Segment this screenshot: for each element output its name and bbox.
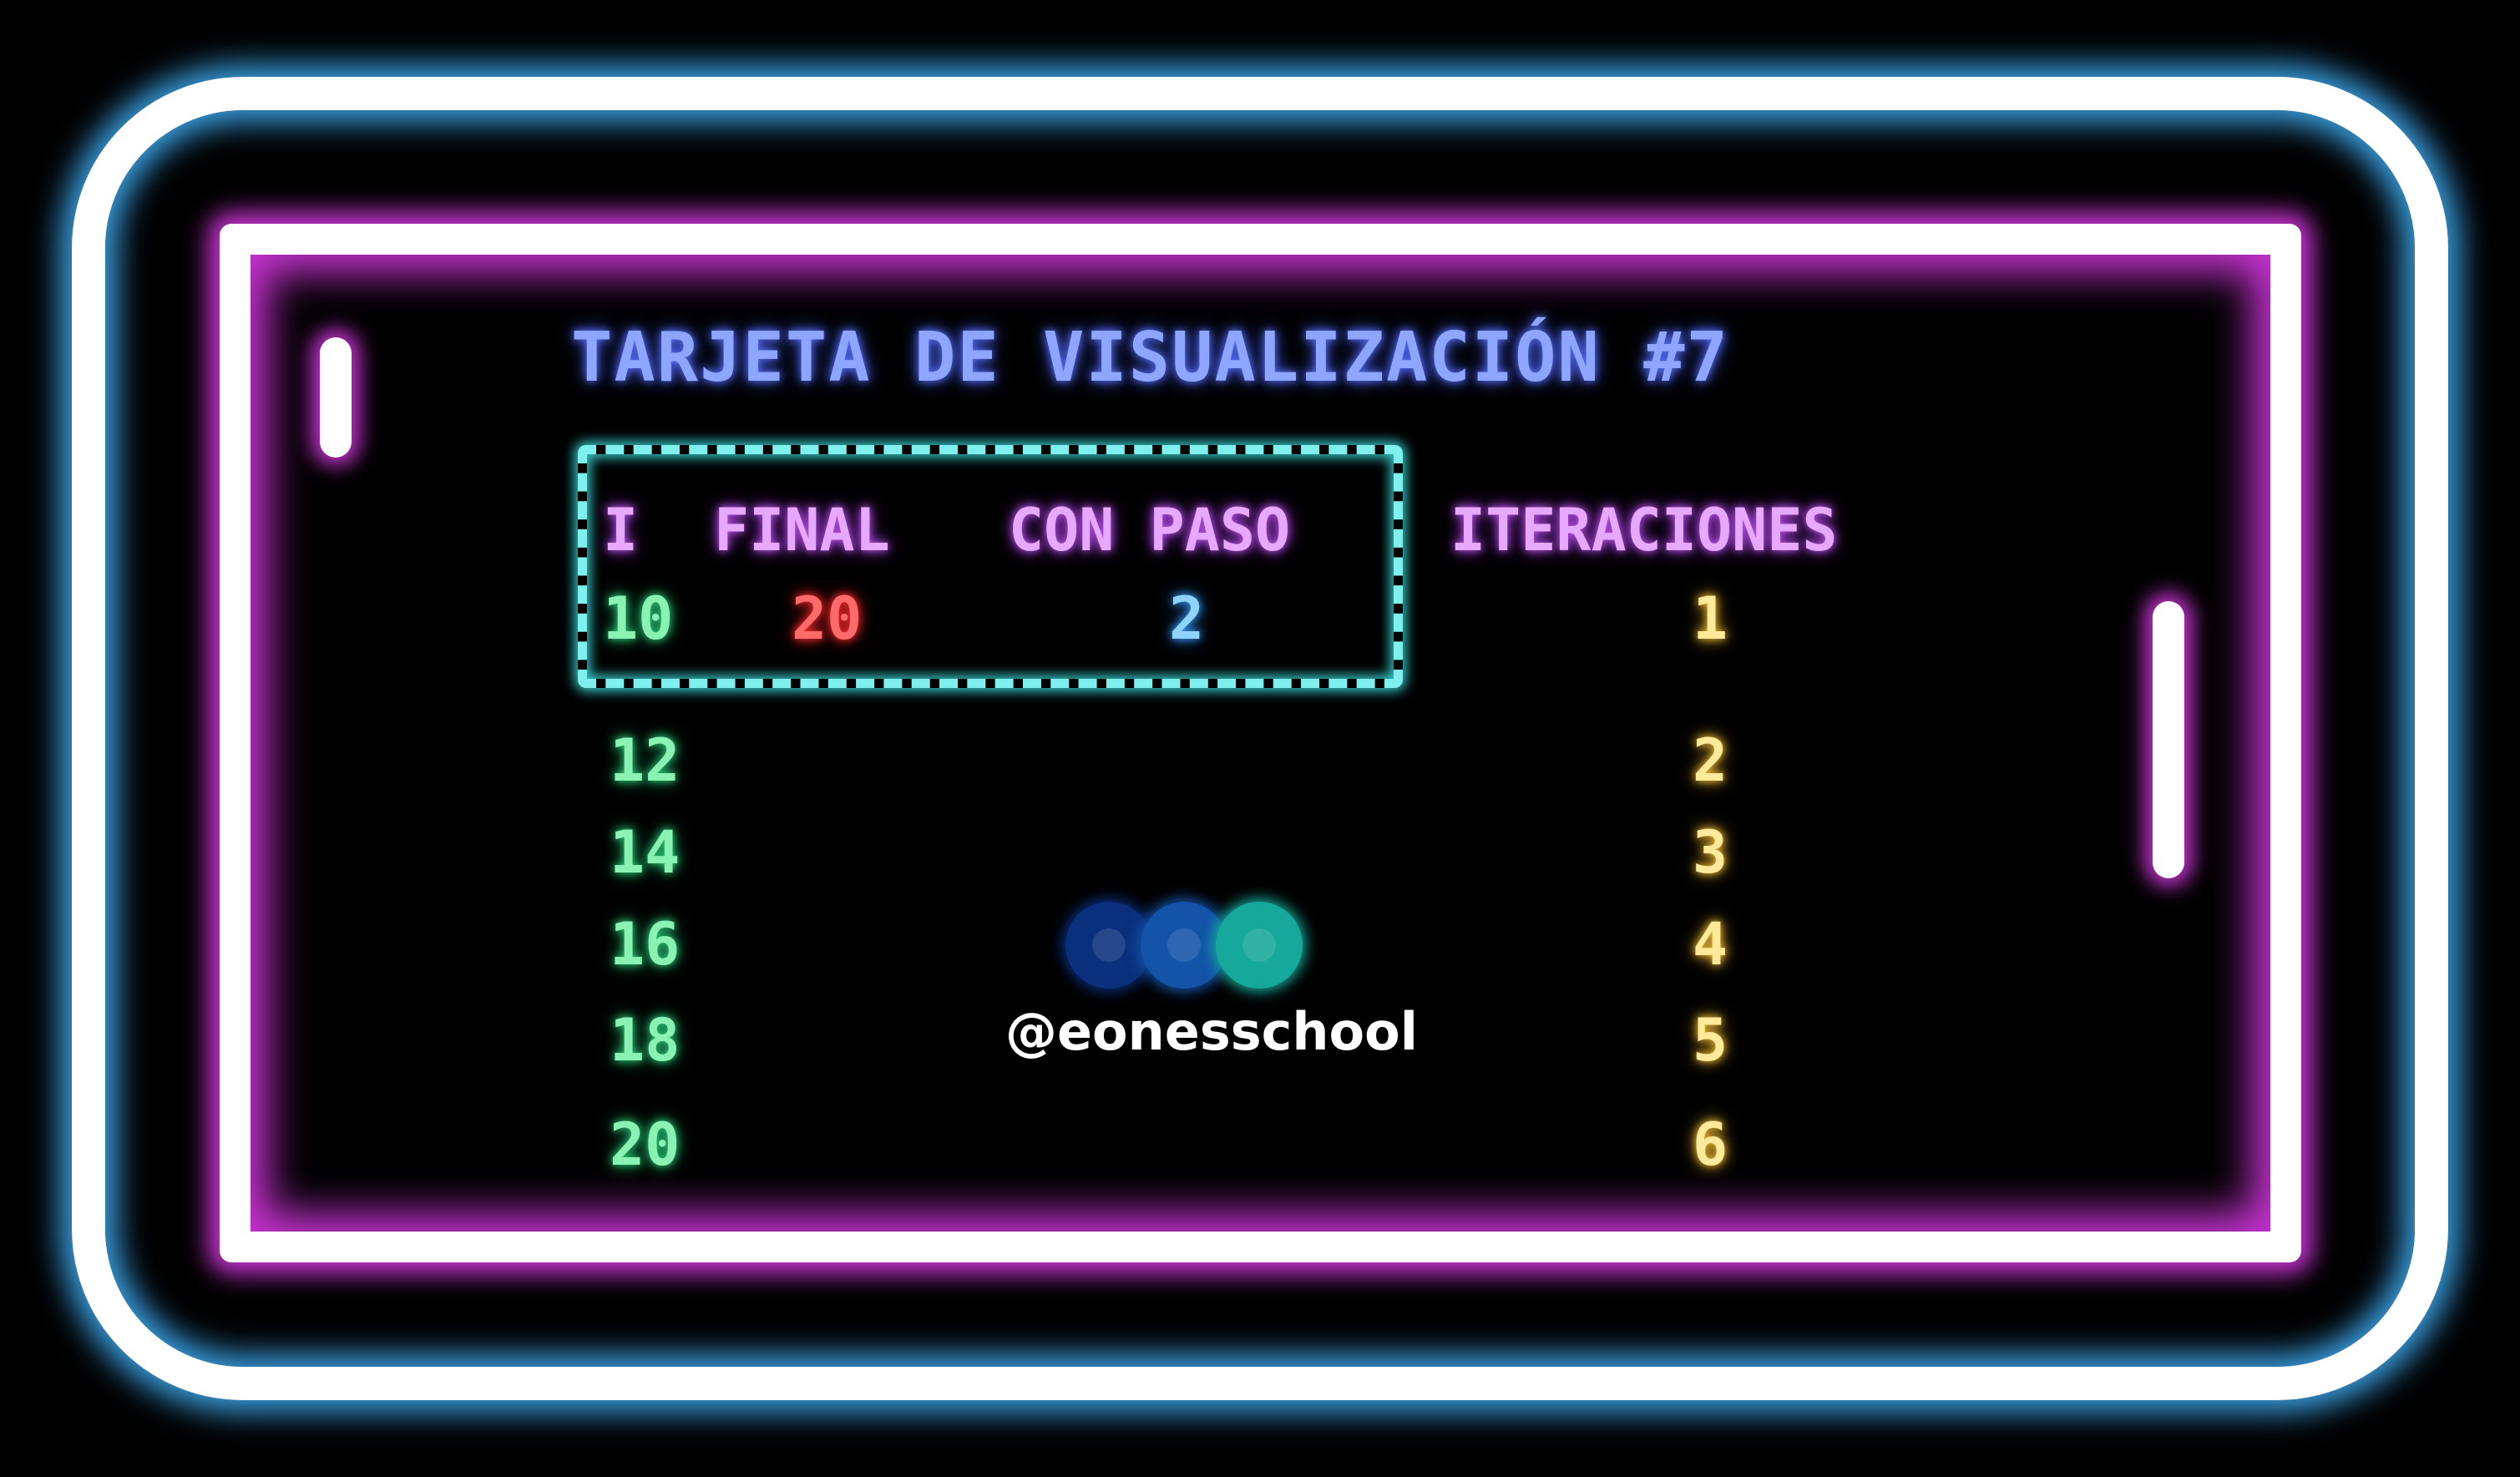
header-i: I <box>603 496 639 564</box>
header-final: FINAL <box>714 496 890 564</box>
i-value-row-5: 18 <box>610 1006 681 1075</box>
i-value-row-4: 16 <box>610 910 681 979</box>
parameters-box <box>578 445 1403 688</box>
right-paddle <box>2153 601 2184 878</box>
i-value-row-3: 14 <box>610 818 681 887</box>
iteration-value-row-3: 3 <box>1693 818 1728 887</box>
iteration-value-row-2: 2 <box>1693 726 1728 795</box>
iteration-value-row-4: 4 <box>1693 910 1728 979</box>
header-con-paso: CON PASO <box>1009 496 1291 564</box>
iteration-value-row-1: 1 <box>1693 584 1728 653</box>
i-value-row-2: 12 <box>610 726 681 795</box>
card-title: TARJETA DE VISUALIZACIÓN #7 <box>571 318 1729 397</box>
iteration-value-row-5: 5 <box>1693 1006 1728 1075</box>
iteration-value-row-6: 6 <box>1693 1110 1728 1179</box>
left-paddle <box>320 337 352 458</box>
logo-circle-blue <box>1141 902 1227 989</box>
i-value-row-1: 10 <box>603 584 674 653</box>
paso-value: 2 <box>1169 584 1205 653</box>
header-iteraciones: ITERACIONES <box>1450 496 1838 564</box>
logo-circle-dark-blue <box>1065 902 1152 989</box>
brand-handle: @eonesschool <box>1005 1001 1418 1062</box>
final-value: 20 <box>792 584 863 653</box>
i-value-row-6: 20 <box>610 1110 681 1179</box>
logo-circle-teal <box>1216 902 1303 989</box>
